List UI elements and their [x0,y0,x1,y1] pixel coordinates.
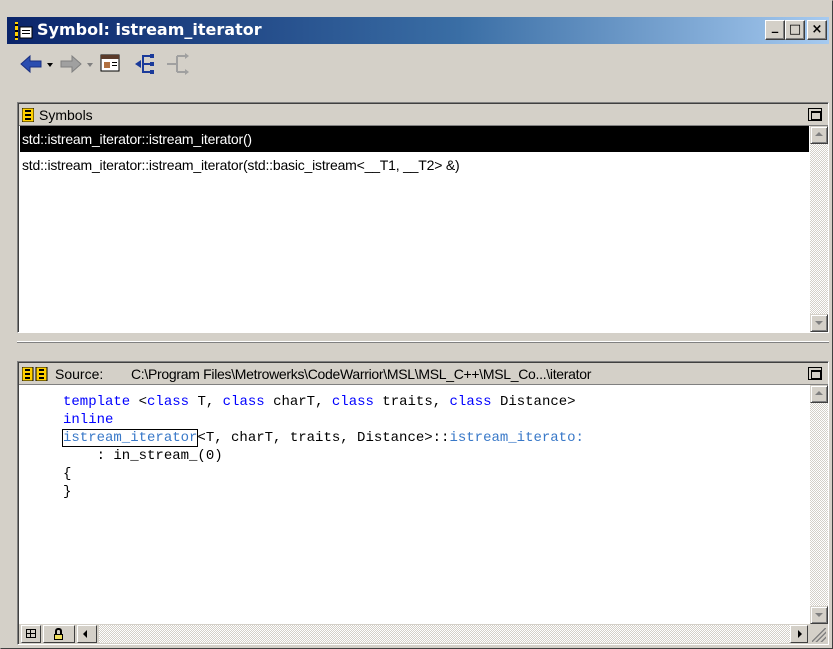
browser-icon[interactable] [99,51,123,77]
lock-icon[interactable] [43,625,75,643]
scroll-down-button[interactable] [810,606,828,624]
code-line: : in_stream_(0) [63,448,223,464]
scroll-left-button[interactable] [77,625,97,643]
code-line: } [63,484,72,500]
window-title: Symbol: istream_iterator [37,20,262,39]
float-pane-icon[interactable] [808,367,822,380]
symbols-pane: Symbols std::istream_iterator::istream_i… [17,102,829,333]
symbols-icon [22,108,34,122]
source-pane: Source: C:\Program Files\Metrowerks\Code… [17,361,829,645]
symbols-header-label: Symbols [39,107,93,123]
scroll-up-button[interactable] [810,385,828,403]
source-header: Source: C:\Program Files\Metrowerks\Code… [19,363,828,385]
minimize-button[interactable]: _ [765,19,785,40]
hierarchy-alt-icon[interactable] [165,51,191,77]
scroll-right-button[interactable] [790,625,808,643]
code-line: inline [63,412,114,428]
symbol-item[interactable]: std::istream_iterator::istream_iterator(… [20,152,809,178]
hierarchy-icon[interactable] [133,51,157,77]
close-button[interactable]: × [807,20,827,40]
symbol-window: Symbol: istream_iterator _ □ × Symbols s… [0,0,833,649]
resize-grip-icon[interactable] [812,628,826,642]
symbols-vscrollbar[interactable] [810,126,828,332]
source-bottom-bar [19,624,828,644]
scroll-down-button[interactable] [810,314,828,332]
float-pane-icon[interactable] [808,108,822,121]
toolbar [7,45,829,97]
window-icon [15,22,33,40]
code-line: template <class T, class charT, class tr… [63,394,576,410]
source-code[interactable]: template <class T, class charT, class tr… [61,393,584,501]
source-header-label: Source: [55,366,104,382]
split-view-icon[interactable] [21,625,41,643]
code-line: istream_iterator<T, charT, traits, Dista… [61,429,584,447]
symbol-item[interactable]: std::istream_iterator::istream_iterator(… [20,126,809,152]
scroll-up-button[interactable] [810,126,828,144]
title-bar[interactable]: Symbol: istream_iterator _ □ × [7,17,829,44]
source-vscrollbar[interactable] [810,385,828,624]
highlighted-symbol[interactable]: istream_iterator [61,429,199,447]
forward-arrow-icon[interactable] [59,51,95,77]
back-arrow-icon[interactable] [19,51,53,77]
source-icon [22,367,48,381]
source-file-path: C:\Program Files\Metrowerks\CodeWarrior\… [131,366,592,382]
source-hscrollbar[interactable] [99,625,790,643]
pane-splitter[interactable] [17,335,829,351]
code-line: { [63,466,72,482]
maximize-button[interactable]: □ [785,20,805,40]
symbols-header: Symbols [19,104,828,126]
